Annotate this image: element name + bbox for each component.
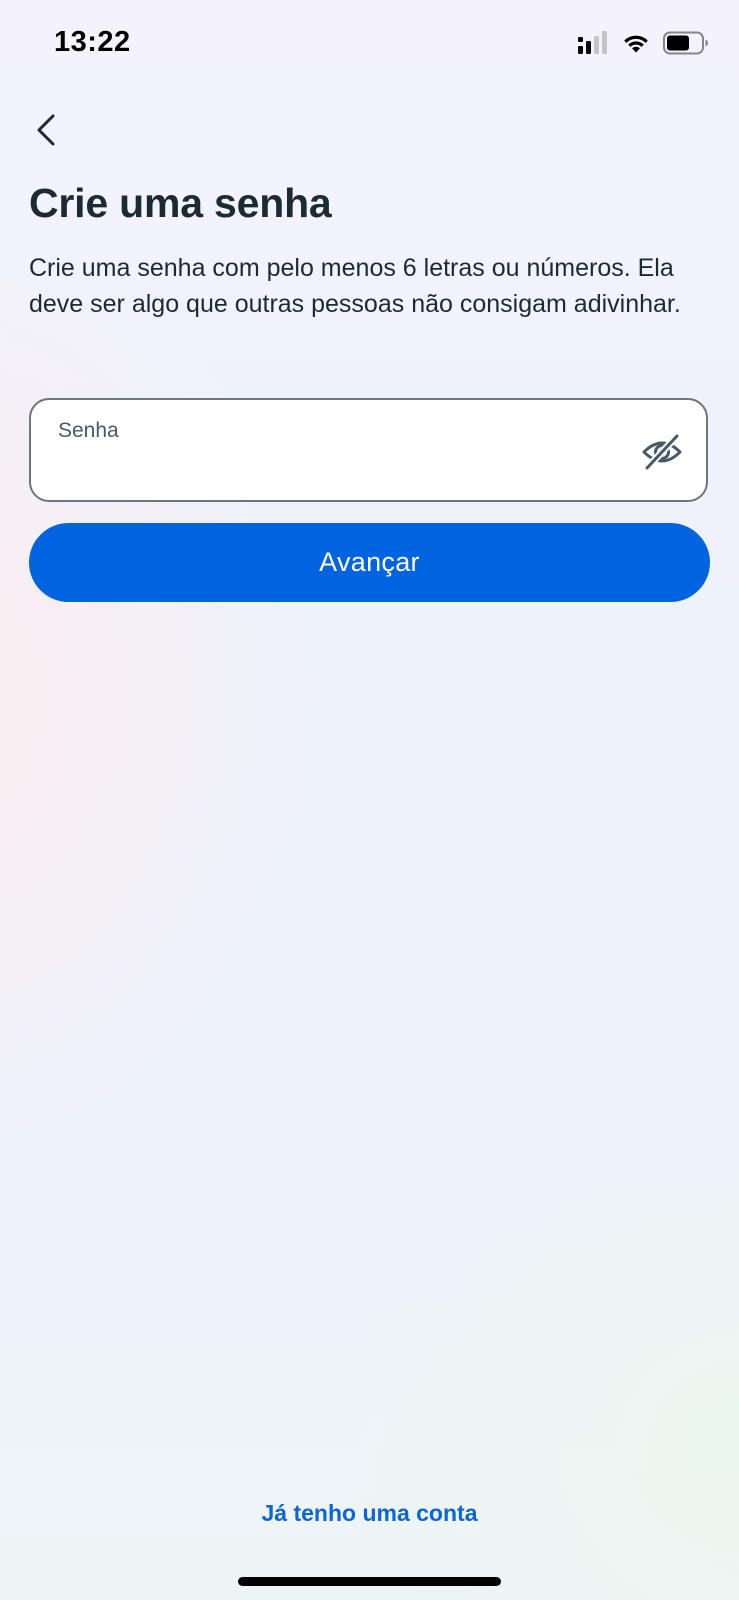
page-title: Crie uma senha xyxy=(29,180,332,226)
signal-icon xyxy=(578,31,607,54)
password-field[interactable]: Senha xyxy=(29,398,708,502)
wifi-icon xyxy=(624,35,648,52)
back-button[interactable] xyxy=(24,108,68,152)
chevron-left-icon xyxy=(37,114,55,146)
status-icons xyxy=(577,31,709,55)
password-label: Senha xyxy=(58,419,119,442)
home-indicator[interactable] xyxy=(238,1577,501,1586)
eye-off-icon xyxy=(642,433,682,471)
password-input[interactable] xyxy=(58,452,622,488)
battery-icon xyxy=(663,31,708,55)
status-bar: 13:22 xyxy=(0,0,739,90)
next-button[interactable]: Avançar xyxy=(29,523,710,602)
page-description: Crie uma senha com pelo menos 6 letras o… xyxy=(29,254,681,318)
toggle-password-visibility-button[interactable] xyxy=(640,430,684,474)
status-time: 13:22 xyxy=(54,26,131,58)
already-have-account-link[interactable]: Já tenho uma conta xyxy=(0,1500,739,1527)
